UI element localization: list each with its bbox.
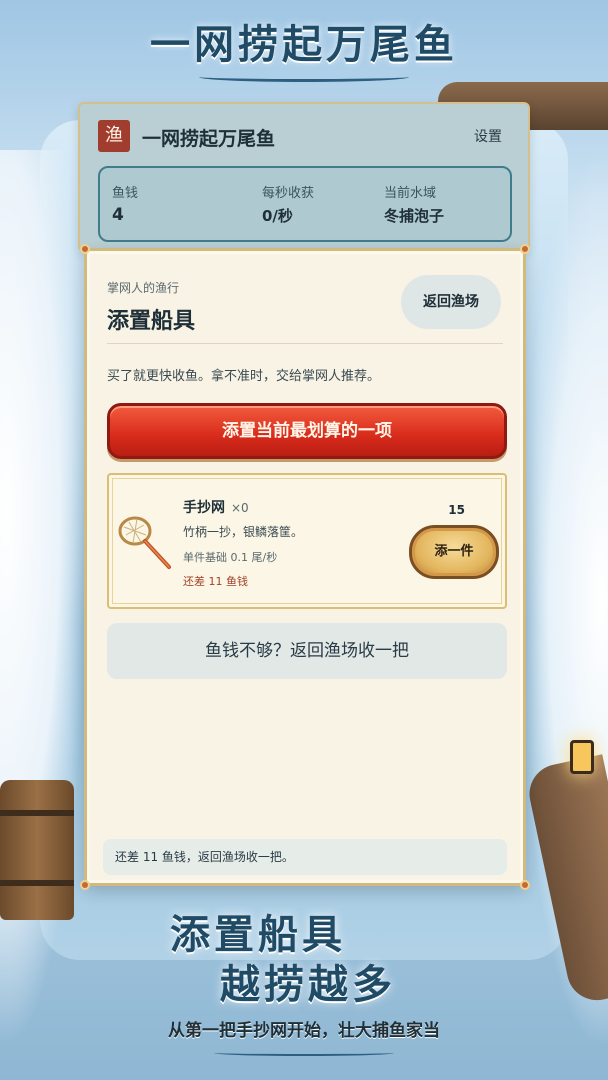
- shop-title: 添置船具: [107, 309, 196, 334]
- buy-best-value-button[interactable]: 添置当前最划算的一项: [107, 403, 507, 459]
- corner-ornament: [80, 880, 90, 890]
- shop-item-card: 手抄网 ×0 竹柄一抄，银鳞落筐。 单件基础 0.1 尾/秒 还差 11 鱼钱 1…: [107, 473, 507, 609]
- stat-money-value: 4: [112, 205, 124, 225]
- stat-water: 当前水域 冬捕泡子: [384, 182, 444, 226]
- item-rate: 单件基础 0.1 尾/秒: [183, 551, 278, 564]
- back-to-fishing-button[interactable]: 返回渔场: [401, 275, 501, 329]
- status-note: 还差 11 鱼钱，返回渔场收一把。: [103, 839, 507, 875]
- fish-barrel-illustration: [0, 780, 74, 920]
- item-owned-count: ×0: [231, 501, 249, 515]
- stats-bar: 鱼钱 4 每秒收获 0/秒 当前水域 冬捕泡子: [98, 166, 512, 242]
- stat-rate-value: 0/秒: [262, 207, 293, 225]
- corner-ornament: [520, 244, 530, 254]
- stat-water-value: 冬捕泡子: [384, 207, 445, 225]
- hand-net-icon: [118, 516, 171, 569]
- not-enough-return-button[interactable]: 鱼钱不够？返回渔场收一把: [107, 623, 507, 679]
- shop-description: 买了就更快收鱼。拿不准时，交给掌网人推荐。: [107, 369, 381, 384]
- item-name: 手抄网 ×0: [183, 497, 249, 517]
- app-title: 一网捞起万尾鱼: [142, 128, 276, 150]
- item-price: 15: [448, 503, 465, 517]
- poster-title: 一网捞起万尾鱼: [0, 12, 608, 82]
- shop-panel: 掌网人的渔行 添置船具 返回渔场 买了就更快收鱼。拿不准时，交给掌网人推荐。 添…: [80, 244, 530, 890]
- stat-water-label: 当前水域: [384, 186, 437, 201]
- settings-button[interactable]: 设置: [474, 126, 502, 146]
- corner-ornament: [520, 880, 530, 890]
- stat-rate: 每秒收获 0/秒: [262, 182, 314, 226]
- title-flourish: [199, 72, 409, 82]
- stat-money-label: 鱼钱: [112, 186, 139, 201]
- item-name-text: 手抄网: [183, 500, 225, 516]
- lantern-illustration: [570, 740, 594, 774]
- promo-tagline: 从第一把手抄网开始，壮大捕鱼家当: [168, 1021, 440, 1041]
- buy-item-button[interactable]: 添一件: [409, 525, 499, 579]
- promo-flourish: [214, 1050, 394, 1056]
- app-header: 渔 一网捞起万尾鱼 设置 鱼钱 4 每秒收获 0/秒 当前水域 冬捕泡子: [78, 102, 530, 252]
- shop-subtitle: 掌网人的渔行: [107, 281, 180, 295]
- item-flavor-text: 竹柄一抄，银鳞落筐。: [183, 525, 304, 539]
- divider: [107, 343, 503, 344]
- seal-logo: 渔: [98, 120, 130, 152]
- item-shortfall: 还差 11 鱼钱: [183, 575, 248, 588]
- stat-money: 鱼钱 4: [112, 182, 138, 225]
- stat-rate-label: 每秒收获: [262, 186, 315, 201]
- poster-title-text: 一网捞起万尾鱼: [150, 21, 458, 68]
- corner-ornament: [80, 244, 90, 254]
- promo-line-2: 越捞越多: [220, 961, 396, 1008]
